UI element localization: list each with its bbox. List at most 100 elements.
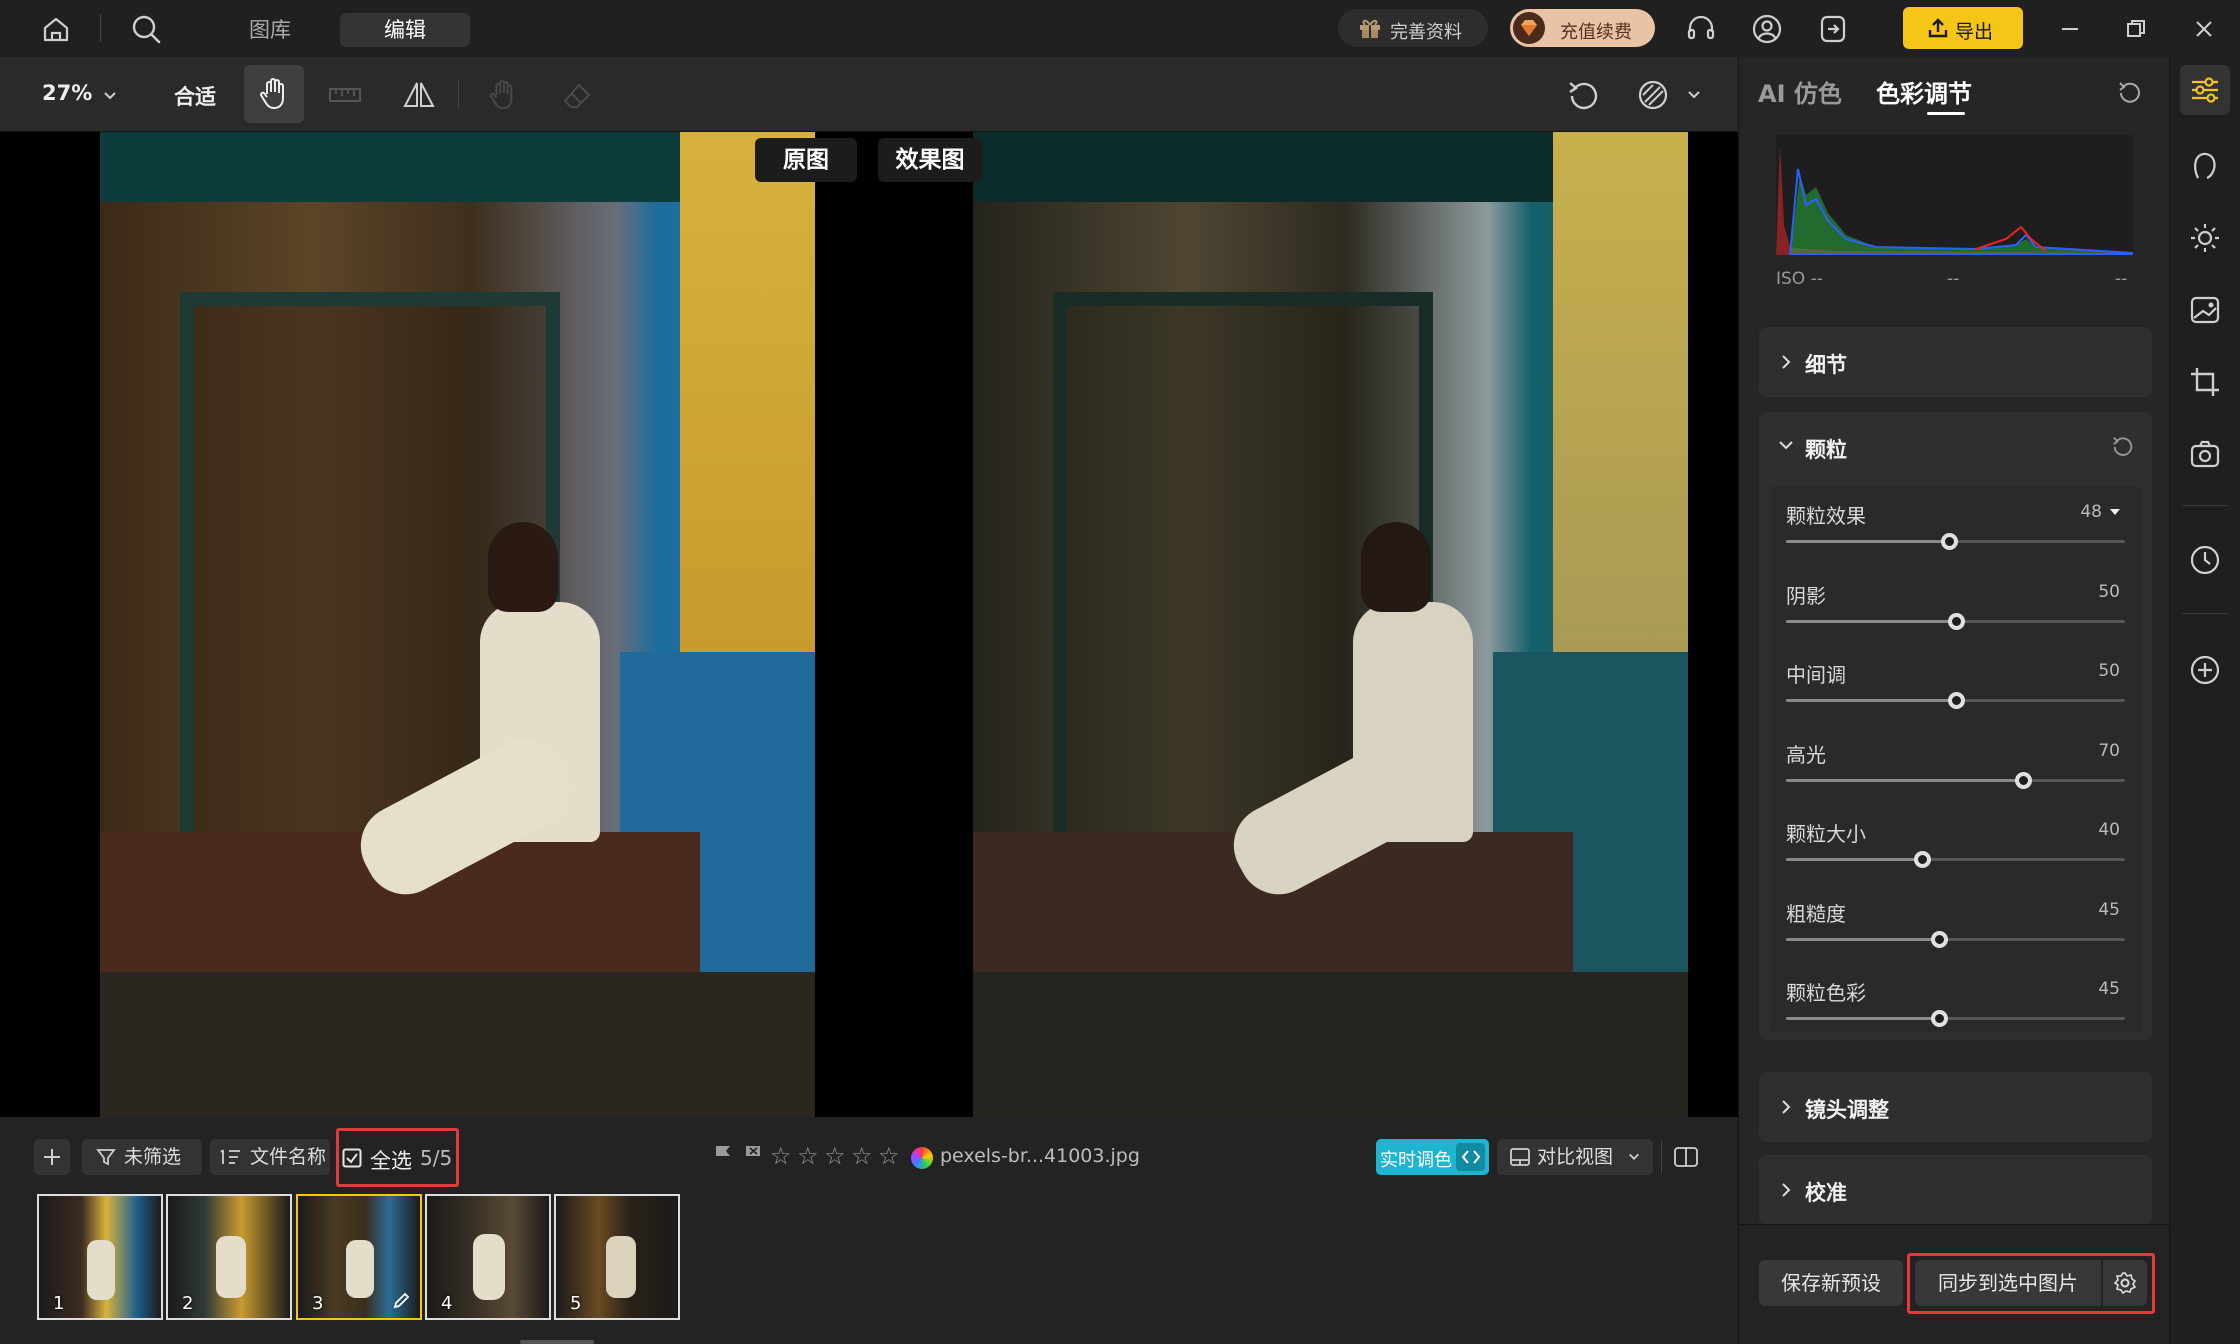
- slider-value[interactable]: 40: [2098, 820, 2120, 840]
- share-icon[interactable]: [1814, 10, 1852, 48]
- hand-disabled-icon[interactable]: [480, 73, 526, 117]
- filmstrip-scrollbar[interactable]: [520, 1340, 594, 1344]
- reject-flag-icon[interactable]: [742, 1144, 764, 1166]
- checkbox-icon: [342, 1148, 362, 1168]
- slider-track[interactable]: [1786, 930, 2125, 948]
- slider-value[interactable]: 50: [2098, 661, 2120, 681]
- slider-knob[interactable]: [2015, 771, 2033, 789]
- top-bar: 图库 编辑 完善资料 充值续费 导出: [0, 0, 2240, 57]
- portrait-icon[interactable]: [2180, 141, 2230, 191]
- filter-button[interactable]: 未筛选: [82, 1139, 202, 1175]
- undo-icon[interactable]: [1560, 73, 1606, 117]
- reset-icon[interactable]: [2111, 434, 2135, 458]
- slider-value[interactable]: 50: [2098, 582, 2120, 602]
- tab-library[interactable]: 图库: [220, 13, 320, 47]
- thumbnail[interactable]: 5: [554, 1194, 680, 1320]
- slider-row: 阴影 50: [1769, 572, 2142, 652]
- sync-selected-button[interactable]: 同步到选中图片: [1915, 1260, 2101, 1306]
- slider-track[interactable]: [1786, 851, 2125, 868]
- thumb-number: 2: [182, 1293, 194, 1314]
- ruler-icon[interactable]: [322, 75, 368, 115]
- thumbnail-selected[interactable]: 3: [296, 1194, 422, 1320]
- upload-icon: [1928, 18, 1948, 38]
- slider-fill: [1786, 858, 1922, 861]
- compare-view-select[interactable]: 对比视图: [1497, 1139, 1653, 1175]
- reset-icon[interactable]: [2117, 79, 2143, 105]
- select-all-checkbox[interactable]: 全选 5/5: [342, 1139, 454, 1175]
- search-icon[interactable]: [126, 10, 166, 48]
- section-grain-title[interactable]: 颗粒: [1805, 434, 1847, 464]
- diamond-icon: [1513, 12, 1545, 44]
- caret-down-icon[interactable]: [2108, 505, 2122, 519]
- slider-knob[interactable]: [1940, 533, 1958, 550]
- thumbnail[interactable]: 4: [425, 1194, 551, 1320]
- slider-value[interactable]: 45: [2098, 979, 2120, 999]
- slider-track[interactable]: [1786, 771, 2125, 789]
- mask-icon[interactable]: [1630, 73, 1676, 117]
- flip-icon[interactable]: [396, 73, 442, 117]
- section-calibrate[interactable]: 校准: [1759, 1155, 2152, 1225]
- add-circle-icon[interactable]: [2180, 645, 2230, 695]
- history-icon[interactable]: [2180, 535, 2230, 585]
- split-view-icon[interactable]: [1668, 1139, 1704, 1175]
- compare-icon: [1510, 1148, 1530, 1166]
- user-icon[interactable]: [1748, 10, 1786, 48]
- slider-value[interactable]: 48: [2080, 502, 2102, 522]
- restore-icon[interactable]: [2118, 14, 2154, 44]
- star-icon[interactable]: ☆: [770, 1142, 792, 1170]
- realtime-toggle[interactable]: 实时调色: [1376, 1139, 1489, 1175]
- sort-label: 文件名称: [250, 1146, 327, 1168]
- thumbnail[interactable]: 2: [166, 1194, 292, 1320]
- slider-value[interactable]: 45: [2098, 900, 2120, 920]
- image-icon[interactable]: [2180, 285, 2230, 335]
- home-icon[interactable]: [36, 12, 76, 46]
- slider-track[interactable]: [1786, 692, 2125, 709]
- section-lens[interactable]: 镜头调整: [1759, 1072, 2152, 1142]
- slider-track[interactable]: [1786, 612, 2125, 630]
- light-icon[interactable]: [2180, 213, 2230, 263]
- camera-icon[interactable]: [2180, 429, 2230, 479]
- thumbnail[interactable]: 1: [37, 1194, 163, 1320]
- close-icon[interactable]: [2186, 14, 2222, 44]
- slider-label: 中间调: [1786, 663, 1846, 687]
- zoom-select[interactable]: 27%: [28, 79, 128, 111]
- slider-knob[interactable]: [1913, 851, 1931, 868]
- chevron-down-icon[interactable]: [1777, 438, 1795, 452]
- slider-track[interactable]: [1786, 1010, 2125, 1027]
- star-icon[interactable]: ☆: [851, 1142, 873, 1170]
- image-canvas[interactable]: 原图 效果图: [0, 132, 1738, 1117]
- add-icon[interactable]: [34, 1139, 70, 1175]
- adjust-sliders-icon[interactable]: [2180, 65, 2230, 115]
- flag-icon[interactable]: [712, 1144, 734, 1166]
- color-label-icon[interactable]: [911, 1147, 933, 1169]
- hand-tool-icon[interactable]: [244, 65, 304, 123]
- export-button[interactable]: 导出: [1903, 7, 2023, 49]
- headset-icon[interactable]: [1682, 10, 1720, 48]
- tab-color-adjust[interactable]: 色彩调节: [1876, 74, 1972, 109]
- recharge-button[interactable]: 充值续费: [1510, 9, 1655, 47]
- crop-icon[interactable]: [2180, 357, 2230, 407]
- star-icon[interactable]: ☆: [824, 1142, 846, 1170]
- tab-ai-match[interactable]: AI 仿色: [1758, 74, 1842, 109]
- yellow-wall: [1553, 132, 1688, 652]
- grain-sliders: 颗粒效果 48 阴影 50 中间调 50 高光 70 颗粒大小 40 粗糙度 45 颗粒色彩 45: [1769, 486, 2142, 1032]
- sort-button[interactable]: 文件名称: [210, 1139, 330, 1175]
- slider-knob[interactable]: [1947, 692, 1965, 709]
- sync-settings-icon[interactable]: [2103, 1260, 2147, 1306]
- slider-knob[interactable]: [1947, 612, 1965, 630]
- slider-value[interactable]: 70: [2098, 741, 2120, 761]
- slider-knob[interactable]: [1930, 930, 1948, 948]
- fit-button[interactable]: 合适: [174, 81, 216, 111]
- save-preset-button[interactable]: 保存新预设: [1759, 1260, 1903, 1306]
- minimize-icon[interactable]: [2052, 14, 2088, 44]
- section-detail[interactable]: 细节: [1759, 327, 2152, 397]
- eraser-icon[interactable]: [554, 73, 600, 117]
- sidewalk: [100, 972, 815, 1117]
- star-icon[interactable]: ☆: [878, 1142, 900, 1170]
- slider-track[interactable]: [1786, 533, 2125, 550]
- chevron-down-icon[interactable]: [1686, 87, 1702, 103]
- complete-profile-button[interactable]: 完善资料: [1338, 9, 1488, 47]
- tab-edit[interactable]: 编辑: [340, 13, 470, 47]
- star-icon[interactable]: ☆: [797, 1142, 819, 1170]
- slider-knob[interactable]: [1930, 1010, 1948, 1027]
